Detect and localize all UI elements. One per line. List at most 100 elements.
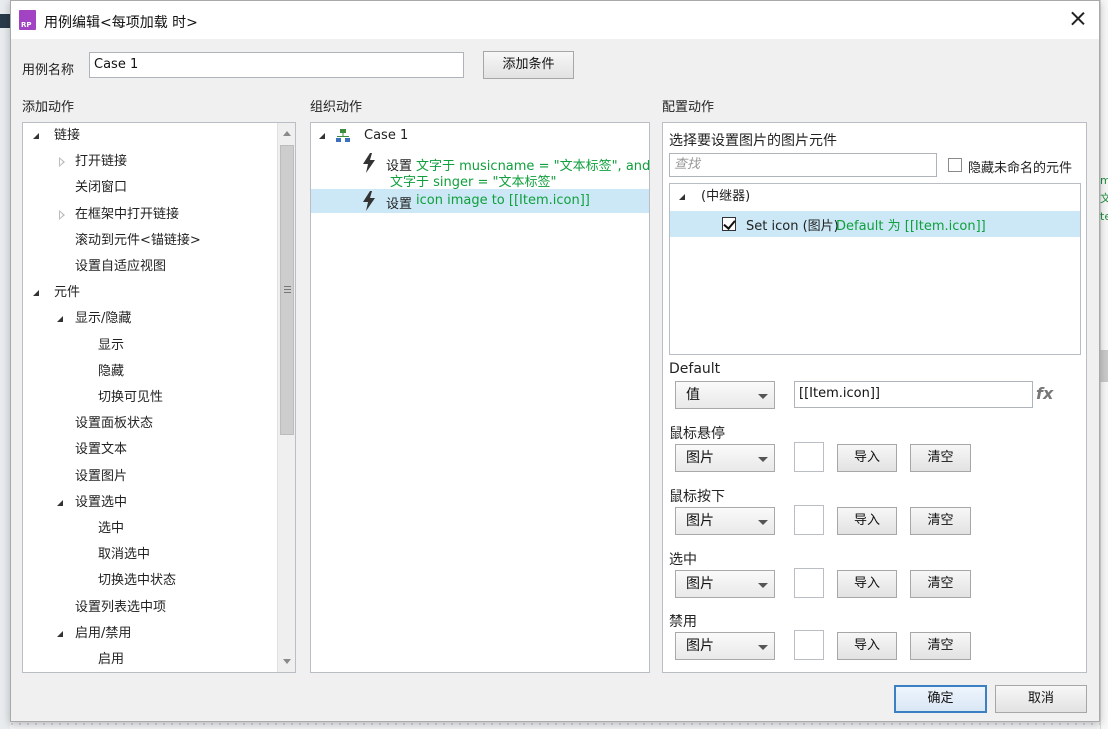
import-button[interactable]: 导入 (837, 632, 897, 660)
clear-button[interactable]: 清空 (910, 632, 971, 660)
action-tree-item[interactable]: 关闭窗口 (23, 176, 275, 200)
action-tree-item[interactable]: 显示/隐藏 (23, 307, 275, 331)
action-tree-item[interactable]: 设置文本 (23, 438, 275, 462)
select-value: 图片 (686, 576, 714, 592)
close-icon[interactable] (1066, 7, 1090, 31)
action-tree-item[interactable]: 设置自适应视图 (23, 255, 275, 279)
action-item-set-text[interactable]: 设置 文字于 musicname = "文本标签", and 文字于 singe… (311, 151, 650, 190)
clear-button[interactable]: 清空 (910, 570, 971, 598)
app-icon-label: RP (21, 21, 32, 29)
action-tree-item[interactable]: 链接 (23, 124, 275, 148)
action-tree-label: 启用/禁用 (75, 625, 132, 641)
widget-checkbox[interactable] (722, 217, 736, 231)
action-tree-label: 设置列表选中项 (75, 599, 167, 615)
dropdown-caret-icon (758, 520, 768, 525)
action-item-set-image[interactable]: 设置 icon image to [[Item.icon]] (311, 189, 649, 213)
action-tree-item[interactable]: 启用 (23, 648, 275, 672)
default-value-input[interactable]: [[Item.icon]] (794, 381, 1033, 408)
action-tree-item[interactable]: 设置图片 (23, 465, 275, 489)
clear-button[interactable]: 清空 (910, 444, 971, 472)
action-tree-label: 显示/隐藏 (75, 311, 132, 327)
expand-icon[interactable] (679, 194, 685, 200)
case-icon (336, 129, 350, 142)
fx-icon[interactable]: fx (1036, 384, 1053, 403)
action-tree-item[interactable]: 在框架中打开链接 (23, 203, 275, 227)
dropdown-caret-icon (758, 394, 768, 399)
cancel-button[interactable]: 取消 (995, 685, 1087, 713)
state-type-select[interactable]: 图片 (675, 570, 775, 598)
action-tree-label: 设置选中 (75, 494, 128, 510)
action-tree-item[interactable]: 隐藏 (23, 360, 275, 384)
state-type-select[interactable]: 图片 (675, 444, 775, 472)
collapse-icon[interactable] (59, 157, 65, 168)
expand-icon[interactable] (33, 290, 39, 297)
action-tree-item[interactable]: 启用/禁用 (23, 622, 275, 646)
repeater-node[interactable]: (中继器) (670, 185, 1080, 209)
expand-icon[interactable] (57, 630, 63, 637)
widget-item-set-icon[interactable]: Set icon (图片) Default 为 [[Item.icon]] (670, 211, 1080, 237)
expand-icon[interactable] (33, 133, 39, 139)
dropdown-caret-icon (758, 583, 768, 588)
action-tree-label: 设置自适应视图 (75, 259, 167, 274)
default-type-select[interactable]: 值 (675, 381, 775, 409)
action-tree-item[interactable]: 切换选中状态 (23, 569, 275, 593)
expand-icon[interactable] (57, 316, 63, 323)
action-tree-label: 设置文本 (75, 442, 128, 458)
organize-action-panel[interactable]: Case 1 设置 文字于 musicname = "文本标签", and 文字… (310, 122, 650, 673)
background-text: 文 (1100, 192, 1108, 205)
action-tree-item[interactable]: 元件 (23, 281, 275, 305)
grip-line (284, 289, 291, 290)
action-tree-item[interactable]: 选中 (23, 517, 275, 541)
dropdown-caret-icon (758, 457, 768, 462)
lightning-icon (363, 191, 375, 211)
action-tree-item[interactable]: 设置列表选中项 (23, 596, 275, 620)
background-app-left-edge (0, 0, 10, 729)
action-tree-label: 切换选中状态 (98, 573, 177, 589)
action-tree-item[interactable]: 设置选中 (23, 491, 275, 515)
action-tree-item[interactable]: 滚动到元件<锚链接> (23, 229, 275, 253)
widget-detail: Default 为 [[Item.icon]] (836, 219, 986, 234)
grip-line (284, 286, 291, 287)
action-tree-label: 设置面板状态 (75, 416, 154, 432)
action-tree-item[interactable]: 显示 (23, 334, 275, 358)
hide-unnamed-label: 隐藏未命名的元件 (968, 161, 1073, 176)
state-type-select[interactable]: 图片 (675, 632, 775, 660)
add-condition-button[interactable]: 添加条件 (483, 51, 574, 79)
clear-button[interactable]: 清空 (910, 507, 971, 535)
hide-unnamed-checkbox[interactable] (948, 158, 962, 172)
import-button[interactable]: 导入 (837, 570, 897, 598)
widget-name: Set icon (图片) (746, 219, 839, 234)
action-tree-item[interactable]: 切换可见性 (23, 386, 275, 410)
case-name-input[interactable]: Case 1 (89, 52, 464, 78)
background-text: m (1100, 174, 1108, 187)
state-label: 鼠标按下 (669, 489, 725, 505)
import-button[interactable]: 导入 (837, 507, 897, 535)
search-input[interactable]: 查找 (669, 153, 937, 177)
expand-icon[interactable] (319, 133, 325, 139)
action-tree-item[interactable]: 打开链接 (23, 150, 275, 174)
state-type-select[interactable]: 图片 (675, 507, 775, 535)
expand-icon[interactable] (57, 499, 63, 506)
action-tree-item[interactable]: 设置面板状态 (23, 412, 275, 436)
scroll-thumb[interactable] (280, 145, 294, 435)
select-value: 图片 (686, 450, 714, 466)
tree-scrollbar[interactable] (277, 123, 295, 672)
action-tree-label: 隐藏 (98, 363, 125, 379)
state-label-default: Default (669, 361, 721, 377)
collapse-icon[interactable] (59, 209, 65, 220)
action-tree-label: 设置图片 (75, 468, 128, 484)
action-tree-label: 链接 (54, 128, 81, 143)
widget-tree[interactable]: (中继器) Set icon (图片) Default 为 [[Item.ico… (669, 183, 1081, 355)
title-bar[interactable]: RP 用例编辑<每项加载 时> (11, 1, 1099, 39)
action-tree-label: 选中 (98, 521, 125, 536)
scroll-up-icon[interactable] (283, 131, 291, 136)
ok-button[interactable]: 确定 (894, 685, 987, 713)
select-value: 图片 (686, 638, 714, 654)
import-button[interactable]: 导入 (837, 444, 897, 472)
repeater-label: (中继器) (701, 189, 751, 204)
action-tree-item[interactable]: 取消选中 (23, 543, 275, 567)
scroll-down-icon[interactable] (283, 659, 291, 664)
add-action-tree[interactable]: 链接打开链接 关闭窗口在框架中打开链接 滚动到元件<锚链接> 设置自适应视图元件显示/… (22, 122, 296, 673)
action-tree-label: 取消选中 (98, 547, 151, 563)
case-node[interactable]: Case 1 (311, 124, 649, 148)
